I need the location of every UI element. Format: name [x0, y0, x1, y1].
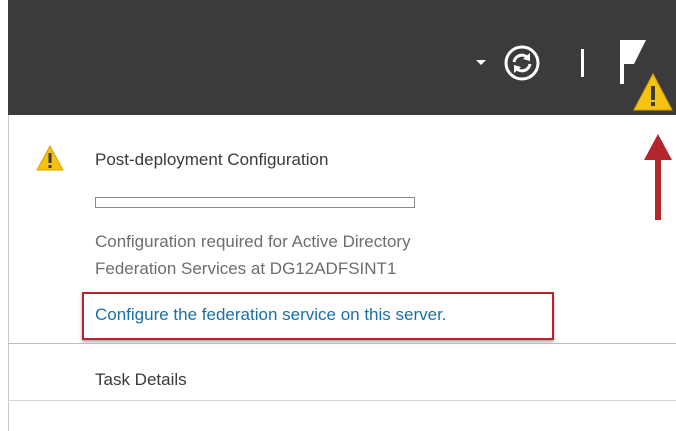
notifications-flag-button[interactable] [618, 38, 676, 114]
toolbar-separator [581, 49, 584, 77]
refresh-button[interactable] [503, 44, 541, 82]
panel-border [8, 115, 9, 431]
description-line-2: Federation Services at DG12ADFSINT1 [95, 259, 397, 278]
notification-progress-bar [95, 197, 415, 208]
notification-description: Configuration required for Active Direct… [95, 228, 565, 282]
dropdown-arrow-icon[interactable] [476, 60, 486, 65]
server-manager-notifications: Post-deployment Configuration Configurat… [0, 0, 676, 431]
description-line-1: Configuration required for Active Direct… [95, 232, 411, 251]
divider [8, 400, 676, 401]
left-edge [0, 0, 8, 115]
divider [8, 343, 676, 344]
notification-flag-icon [620, 40, 673, 111]
configure-federation-link[interactable]: Configure the federation service on this… [95, 305, 447, 325]
warning-icon [633, 72, 673, 111]
notification-title: Post-deployment Configuration [95, 150, 329, 169]
warning-icon [36, 144, 64, 171]
task-details-link[interactable]: Task Details [95, 370, 187, 390]
server-manager-toolbar [0, 0, 676, 115]
refresh-icon [504, 45, 540, 81]
